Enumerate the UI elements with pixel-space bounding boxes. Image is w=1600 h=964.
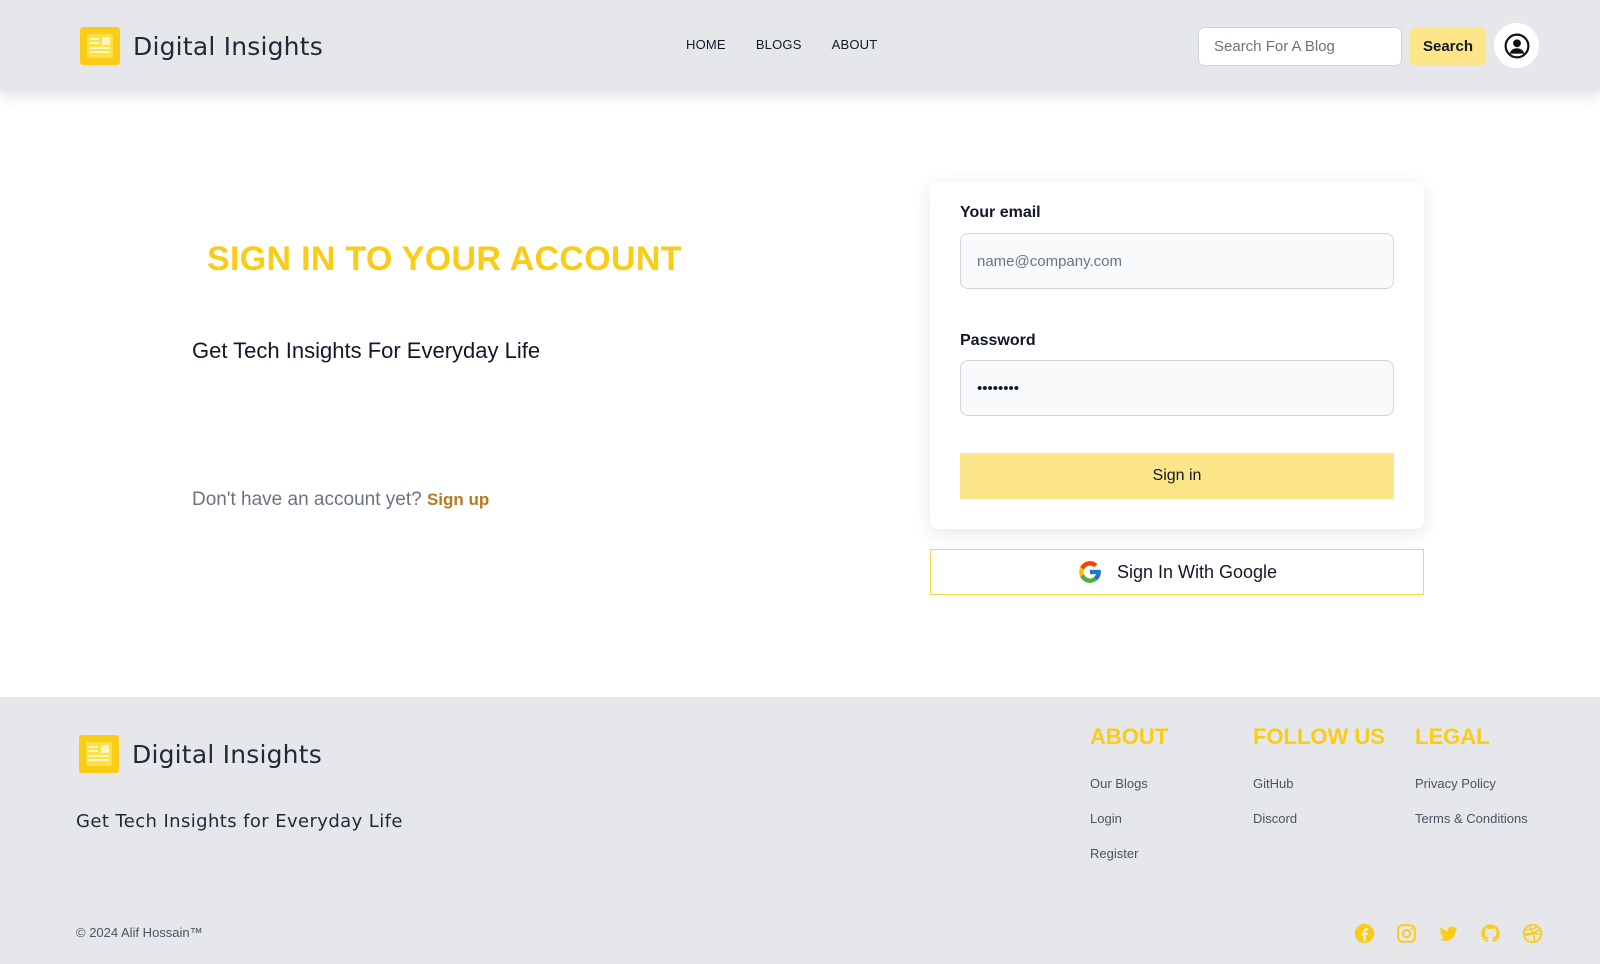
google-signin-button[interactable]: Sign In With Google xyxy=(930,549,1424,595)
signup-link[interactable]: Sign up xyxy=(427,490,489,509)
footer-brand-name: Digital Insights xyxy=(132,739,322,769)
copyright: © 2024 Alif Hossain™ xyxy=(76,925,203,940)
footer-brand[interactable]: Digital Insights xyxy=(79,735,322,773)
password-label: Password xyxy=(960,332,1036,349)
dribbble-icon[interactable] xyxy=(1521,922,1543,944)
footer-link-privacy-policy[interactable]: Privacy Policy xyxy=(1415,776,1528,791)
footer-heading: ABOUT xyxy=(1090,724,1169,749)
email-field[interactable] xyxy=(960,233,1394,289)
footer-link-our-blogs[interactable]: Our Blogs xyxy=(1090,776,1168,791)
email-label: Your email xyxy=(960,204,1041,221)
signin-button[interactable]: Sign in xyxy=(960,453,1394,499)
newspaper-icon xyxy=(80,27,120,65)
google-signin-label: Sign In With Google xyxy=(1116,561,1278,582)
github-icon[interactable] xyxy=(1479,922,1501,944)
user-circle-icon xyxy=(1504,33,1529,58)
brand[interactable]: Digital Insights xyxy=(80,27,323,65)
account-button[interactable] xyxy=(1494,23,1539,68)
footer-column-follow-us: FOLLOW US GitHub Discord xyxy=(1253,724,1385,846)
hero-tagline: Get Tech Insights For Everyday Life xyxy=(192,338,541,363)
footer-tagline: Get Tech Insights for Everyday Life xyxy=(76,811,403,832)
footer-link-terms[interactable]: Terms & Conditions xyxy=(1415,811,1528,826)
page-title: SIGN IN TO YOUR ACCOUNT xyxy=(207,240,682,278)
signin-card: Your email Password Sign in xyxy=(930,182,1424,529)
main-nav: HOME BLOGS ABOUT xyxy=(686,37,877,52)
twitter-icon[interactable] xyxy=(1437,922,1459,944)
nav-about-link[interactable]: ABOUT xyxy=(832,37,878,52)
search-input[interactable] xyxy=(1198,27,1402,66)
footer-link-discord[interactable]: Discord xyxy=(1253,811,1385,826)
footer: Digital Insights Get Tech Insights for E… xyxy=(0,697,1600,964)
google-icon xyxy=(1079,561,1101,583)
footer-column-about: ABOUT Our Blogs Login Register xyxy=(1090,724,1168,881)
footer-heading: FOLLOW US xyxy=(1253,724,1385,749)
search-button[interactable]: Search xyxy=(1410,27,1486,66)
newspaper-icon xyxy=(79,735,119,773)
facebook-icon[interactable] xyxy=(1353,922,1375,944)
signup-prompt: Don't have an account yet? xyxy=(192,489,422,510)
navbar: Digital Insights HOME BLOGS ABOUT Search xyxy=(0,0,1600,91)
social-links xyxy=(1353,922,1543,944)
footer-link-github[interactable]: GitHub xyxy=(1253,776,1385,791)
password-field[interactable] xyxy=(960,360,1394,416)
footer-link-register[interactable]: Register xyxy=(1090,846,1168,861)
nav-blogs-link[interactable]: BLOGS xyxy=(756,37,802,52)
footer-column-legal: LEGAL Privacy Policy Terms & Conditions xyxy=(1415,724,1528,846)
signup-prompt-row: Don't have an account yet? Sign up xyxy=(192,489,489,511)
brand-name: Digital Insights xyxy=(133,31,323,61)
footer-heading: LEGAL xyxy=(1415,724,1490,749)
instagram-icon[interactable] xyxy=(1395,922,1417,944)
nav-home-link[interactable]: HOME xyxy=(686,37,726,52)
footer-link-login[interactable]: Login xyxy=(1090,811,1168,826)
